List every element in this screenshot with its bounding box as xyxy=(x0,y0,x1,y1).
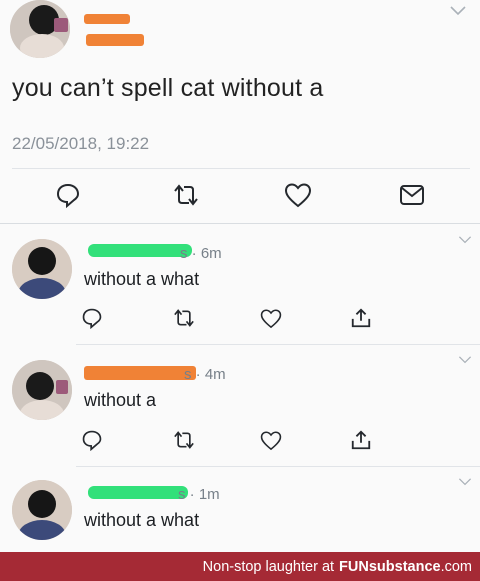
share-button[interactable] xyxy=(348,428,374,452)
chevron-down-icon[interactable] xyxy=(450,6,466,16)
share-icon xyxy=(351,308,371,328)
handle-redaction xyxy=(86,34,144,46)
watermark-bar: Non-stop laughter at FUNsubstance .com xyxy=(0,552,480,581)
watermark-text: Non-stop laughter at xyxy=(202,558,335,575)
username-redaction xyxy=(88,486,188,499)
handle-and-time: s · 1m xyxy=(178,486,220,503)
username-redaction xyxy=(88,244,192,257)
handle-and-time: s · 6m xyxy=(180,245,222,262)
avatar[interactable] xyxy=(10,0,70,58)
message-icon xyxy=(400,185,424,205)
avatar[interactable] xyxy=(12,360,72,420)
handle-and-time: s · 4m xyxy=(184,366,226,383)
reply-icon xyxy=(56,183,80,208)
retweet-button[interactable] xyxy=(168,181,204,209)
like-button[interactable] xyxy=(282,181,314,209)
username-redaction xyxy=(84,366,196,380)
reply-icon xyxy=(82,308,102,329)
reply-icon xyxy=(82,430,102,451)
chevron-down-icon[interactable] xyxy=(458,478,472,486)
share-button[interactable] xyxy=(348,306,374,330)
like-button[interactable] xyxy=(258,306,284,330)
avatar[interactable] xyxy=(12,480,72,540)
main-tweet: you can’t spell cat without a 22/05/2018… xyxy=(0,0,480,224)
tweet-timestamp: 22/05/2018, 19:22 xyxy=(12,134,150,153)
chevron-down-icon[interactable] xyxy=(458,236,472,244)
retweet-icon xyxy=(174,184,198,206)
watermark-brand: FUNsubstance xyxy=(339,558,441,575)
like-icon xyxy=(260,308,282,328)
tweet-thread: you can’t spell cat without a 22/05/2018… xyxy=(0,0,480,552)
reply-button[interactable] xyxy=(80,306,104,330)
reply-tweet: s · 1m without a what xyxy=(0,466,480,552)
retweet-icon xyxy=(174,431,194,449)
retweet-button[interactable] xyxy=(170,306,198,330)
reply-button[interactable] xyxy=(80,428,104,452)
watermark-brand-suffix: .com xyxy=(440,558,472,575)
chevron-down-icon[interactable] xyxy=(458,356,472,364)
divider xyxy=(12,168,470,169)
like-icon xyxy=(260,430,282,450)
reply-tweet: s · 6m without a what xyxy=(0,224,480,345)
like-icon xyxy=(284,183,312,208)
message-button[interactable] xyxy=(396,181,428,209)
retweet-icon xyxy=(174,309,194,327)
share-icon xyxy=(351,430,371,450)
username-redaction xyxy=(84,14,130,24)
like-button[interactable] xyxy=(258,428,284,452)
reply-tweet: s · 4m without a xyxy=(0,344,480,467)
tweet-text: you can’t spell cat without a xyxy=(12,74,324,102)
avatar[interactable] xyxy=(12,239,72,299)
reply-button[interactable] xyxy=(52,181,84,209)
reply-text: without a what xyxy=(84,510,200,530)
retweet-button[interactable] xyxy=(170,428,198,452)
reply-text: without a xyxy=(84,390,157,410)
reply-text: without a what xyxy=(84,269,200,289)
